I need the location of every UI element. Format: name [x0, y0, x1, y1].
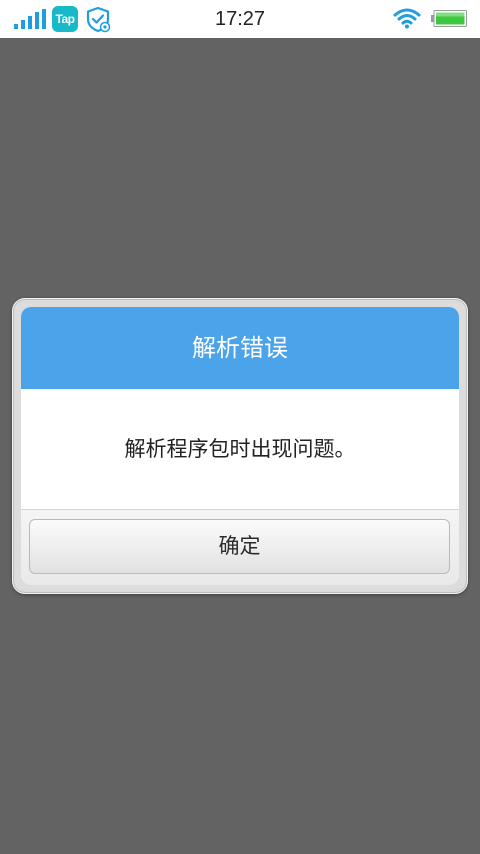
wifi-icon [393, 8, 421, 29]
clock: 17:27 [214, 8, 266, 30]
shield-icon [86, 6, 111, 33]
screen: Tap 17:27 解析错误 解析程序包时出现问题。 确定 [0, 0, 480, 854]
tap-icon: Tap [52, 6, 78, 32]
battery-icon [431, 10, 467, 27]
signal-icon [14, 9, 46, 29]
status-bar: Tap 17:27 [0, 0, 480, 38]
dialog-footer: 确定 [21, 509, 459, 585]
confirm-button[interactable]: 确定 [29, 519, 450, 574]
dialog-title: 解析错误 [21, 307, 459, 389]
dialog-message: 解析程序包时出现问题。 [21, 389, 459, 509]
parse-error-dialog: 解析错误 解析程序包时出现问题。 确定 [21, 307, 459, 585]
